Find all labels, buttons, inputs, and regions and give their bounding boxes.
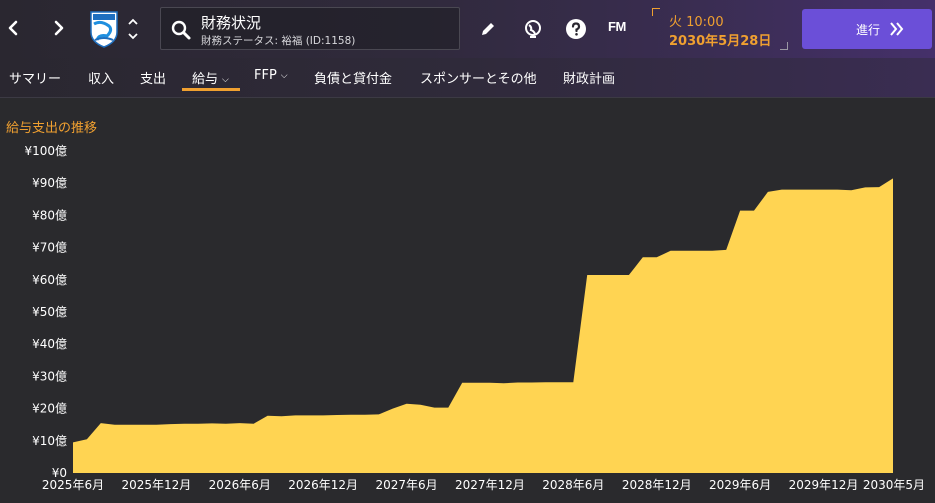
wage-area (73, 178, 893, 473)
pencil-icon[interactable] (477, 18, 499, 40)
forward-button[interactable] (46, 14, 70, 42)
back-button[interactable] (2, 14, 26, 42)
tab-label: FFP (254, 68, 277, 83)
x-tick-label: 2030年5月 (863, 478, 925, 492)
fm-logo[interactable]: FM (608, 19, 626, 34)
continue-label: 進行 (856, 23, 881, 37)
y-tick-label: ¥100億 (24, 144, 67, 158)
y-tick-label: ¥10億 (32, 434, 67, 448)
y-tick-label: ¥40億 (32, 337, 67, 351)
clock-time: 火 10:00 (669, 15, 724, 30)
tab-label: サマリー (9, 72, 62, 87)
tab-label: 支出 (140, 72, 167, 87)
clock-date: 2030年5月28日 (669, 34, 772, 49)
chevron-down-icon: ⌵ (280, 71, 288, 81)
x-tick-label: 2028年6月 (542, 478, 604, 492)
x-tick-label: 2027年12月 (455, 478, 525, 492)
tab-label: 収入 (88, 72, 115, 87)
y-tick-label: ¥30億 (32, 369, 67, 383)
y-tick-label: ¥60億 (32, 273, 67, 287)
y-tick-label: ¥90億 (32, 176, 67, 190)
x-tick-label: 2029年6月 (709, 478, 771, 492)
help-icon[interactable] (565, 18, 587, 40)
tab-expenditure[interactable]: 支出 (140, 68, 166, 87)
tab-debts-loans[interactable]: 負債と貸付金 (314, 68, 392, 87)
x-tick-label: 2026年12月 (288, 478, 358, 492)
tab-label: 負債と貸付金 (314, 72, 393, 87)
y-tick-label: ¥70億 (32, 241, 67, 255)
continue-button[interactable]: 進行 (802, 9, 932, 49)
chevron-left-icon (8, 20, 18, 36)
double-chevron-right-icon (890, 22, 904, 36)
club-crest[interactable] (89, 10, 119, 48)
tab-income[interactable]: 収入 (88, 68, 114, 87)
chevron-down-icon: ⌵ (222, 75, 229, 85)
finance-status: 財務ステータス: 裕福 (ID:1158) (201, 35, 356, 47)
page-title: 財務状況 (201, 14, 262, 32)
x-tick-label: 2025年6月 (42, 478, 104, 492)
y-tick-label: ¥80億 (32, 208, 67, 222)
chart-title: 給与支出の推移 (6, 121, 98, 136)
tab-wages[interactable]: 給与 ⌵ (192, 68, 229, 87)
x-tick-label: 2027年6月 (375, 478, 437, 492)
clock-corner (780, 42, 788, 50)
game-clock: 火 10:00 2030年5月28日 (652, 8, 788, 50)
club-crest-icon (90, 11, 118, 48)
tab-label: スポンサーとその他 (420, 72, 537, 87)
active-tab-indicator (182, 88, 240, 91)
top-bar (0, 0, 935, 58)
tab-label: 財政計画 (563, 72, 616, 87)
chevron-updown-icon (128, 18, 138, 40)
clock-corner (652, 8, 660, 16)
tab-ffp[interactable]: FFP ⌵ (254, 68, 288, 83)
wage-chart: ¥0¥10億¥20億¥30億¥40億¥50億¥60億¥70億¥80億¥90億¥1… (24, 144, 925, 492)
globe-icon[interactable] (522, 18, 544, 40)
tab-label: 給与 (192, 72, 219, 87)
x-tick-label: 2028年12月 (622, 478, 692, 492)
tab-summary[interactable]: サマリー (9, 68, 61, 87)
y-tick-label: ¥20億 (32, 402, 67, 416)
club-switcher[interactable] (126, 14, 140, 44)
y-tick-label: ¥50億 (32, 305, 67, 319)
search-icon (171, 20, 191, 40)
x-tick-label: 2025年12月 (121, 478, 191, 492)
chevron-right-icon (54, 20, 64, 36)
tab-financial-plan[interactable]: 財政計画 (563, 68, 615, 87)
screen-search-box[interactable]: 財務状況 財務ステータス: 裕福 (ID:1158) (160, 7, 460, 50)
x-tick-label: 2026年6月 (209, 478, 271, 492)
x-tick-label: 2029年12月 (789, 478, 859, 492)
tab-sponsors-other[interactable]: スポンサーとその他 (420, 68, 537, 87)
